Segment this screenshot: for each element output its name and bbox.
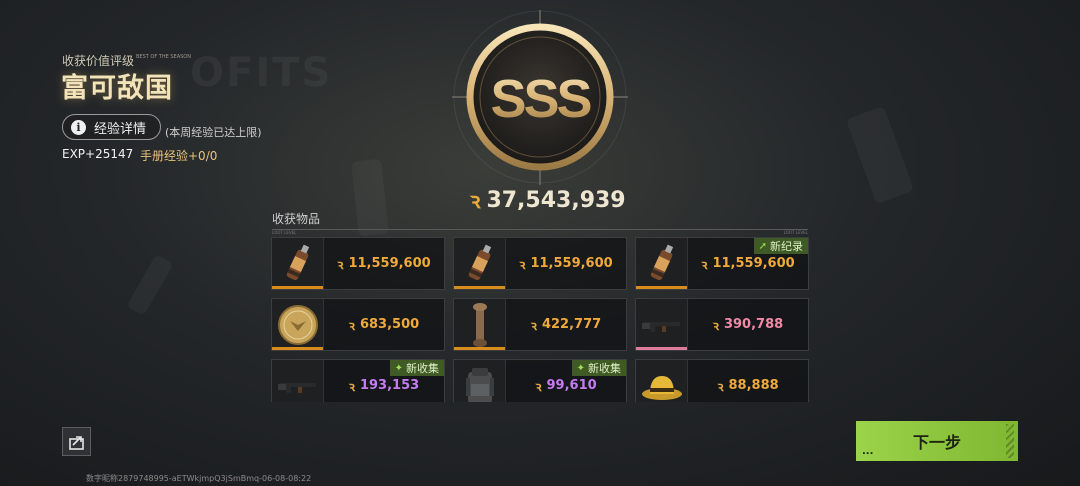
- item-value: ꝛ 11,559,600: [324, 238, 444, 289]
- item-badge: ✦ 新收集: [389, 360, 444, 376]
- share-button[interactable]: [62, 427, 91, 456]
- gold-coin-icon: [272, 299, 324, 350]
- item-value-number: 390,788: [723, 317, 784, 332]
- item-value-number: 88,888: [728, 378, 779, 393]
- item-backpack-card[interactable]: ꝛ 99,610 ✦ 新收集: [453, 359, 627, 402]
- total-value: ꝛ 37,543,939: [470, 185, 626, 215]
- currency-icon: ꝛ: [337, 257, 344, 273]
- item-value-number: 11,559,600: [348, 256, 431, 271]
- currency-icon: ꝛ: [348, 318, 355, 334]
- stripe-decoration: [1006, 424, 1014, 458]
- items-divider: [272, 229, 808, 235]
- item-value: ꝛ 683,500: [324, 299, 444, 350]
- item-gold-coin-card[interactable]: ꝛ 683,500: [271, 298, 445, 351]
- item-value-number: 193,153: [359, 378, 420, 393]
- currency-icon: ꝛ: [519, 257, 526, 273]
- dots-decoration: ...: [862, 446, 874, 457]
- item-value-number: 99,610: [546, 378, 597, 393]
- items-grid: ꝛ 11,559,600 ꝛ 11,559,600 ꝛ 11,559,600 ➚ 新纪录 ꝛ 68…: [271, 237, 809, 402]
- item-badge: ✦ 新收集: [571, 360, 626, 376]
- spray-can-icon: [454, 238, 506, 289]
- next-step-label: 下一步: [912, 433, 961, 452]
- background-shell: [351, 158, 389, 237]
- arrow-up-icon: ➚: [758, 240, 767, 252]
- sparkle-icon: ✦: [394, 362, 403, 374]
- currency-icon: ꝛ: [470, 188, 481, 214]
- background-shell: [845, 105, 915, 205]
- exp-details-label: 经验详情: [94, 121, 147, 137]
- item-spray-can-card[interactable]: ꝛ 11,559,600: [271, 237, 445, 290]
- sparkle-icon: ✦: [576, 362, 585, 374]
- backpack-icon: [454, 360, 506, 402]
- currency-icon: ꝛ: [530, 318, 537, 334]
- item-rifle-card[interactable]: ꝛ 193,153 ✦ 新收集: [271, 359, 445, 402]
- background-shell: [126, 254, 174, 316]
- currency-icon: ꝛ: [712, 318, 719, 334]
- grade-tag: BEST OF THE SEASON: [136, 54, 191, 60]
- item-value: ꝛ 422,777: [506, 299, 626, 350]
- items-section-label: 收获物品: [272, 212, 321, 226]
- rifle-icon: [272, 360, 324, 402]
- share-icon: [68, 435, 84, 450]
- item-value: ꝛ 390,788: [688, 299, 808, 350]
- item-badge: ➚ 新纪录: [753, 238, 808, 254]
- sss-medal: SSS: [452, 10, 628, 185]
- hat-icon: [636, 360, 688, 402]
- item-value-number: 683,500: [359, 317, 420, 332]
- item-badge-label: 新收集: [588, 362, 621, 375]
- item-hat-card[interactable]: ꝛ 88,888: [635, 359, 809, 402]
- info-icon: i: [71, 119, 86, 135]
- manual-exp: 手册经验+0/0: [140, 149, 218, 163]
- item-spray-can-card[interactable]: ꝛ 11,559,600 ➚ 新纪录: [635, 237, 809, 290]
- total-value-number: 37,543,939: [486, 187, 626, 213]
- item-badge-label: 新纪录: [770, 240, 803, 253]
- bone-icon: [454, 299, 506, 350]
- item-value: ꝛ 88,888: [688, 360, 808, 402]
- weekly-limit-note: (本周经验已达上限): [165, 126, 262, 139]
- item-value: ꝛ 11,559,600: [506, 238, 626, 289]
- grade-title: 富可敌国: [61, 73, 173, 104]
- currency-icon: ꝛ: [717, 379, 724, 395]
- item-spray-can-card[interactable]: ꝛ 11,559,600: [453, 237, 627, 290]
- spray-can-icon: [272, 238, 324, 289]
- exp-value: EXP+25147: [62, 147, 134, 161]
- item-leg-bone-card[interactable]: ꝛ 422,777: [453, 298, 627, 351]
- exp-details-button[interactable]: i 经验详情: [62, 114, 161, 140]
- item-value-number: 422,777: [541, 317, 602, 332]
- next-step-button[interactable]: ... 下一步: [856, 421, 1018, 461]
- medal-rank-text: SSS: [490, 69, 590, 129]
- item-badge-label: 新收集: [406, 362, 439, 375]
- currency-icon: ꝛ: [701, 257, 708, 273]
- item-value-number: 11,559,600: [712, 256, 795, 271]
- currency-icon: ꝛ: [535, 379, 542, 395]
- item-rifle-card[interactable]: ꝛ 390,788: [635, 298, 809, 351]
- item-value-number: 11,559,600: [530, 256, 613, 271]
- spray-can-icon: [636, 238, 688, 289]
- currency-icon: ꝛ: [348, 379, 355, 395]
- rifle-icon: [636, 299, 688, 350]
- footer-player-id: 数字昵称2879748995-aETWkjmpQ3jSmBmq-06-08-08…: [86, 474, 312, 483]
- background-watermark: OFITS: [190, 50, 333, 96]
